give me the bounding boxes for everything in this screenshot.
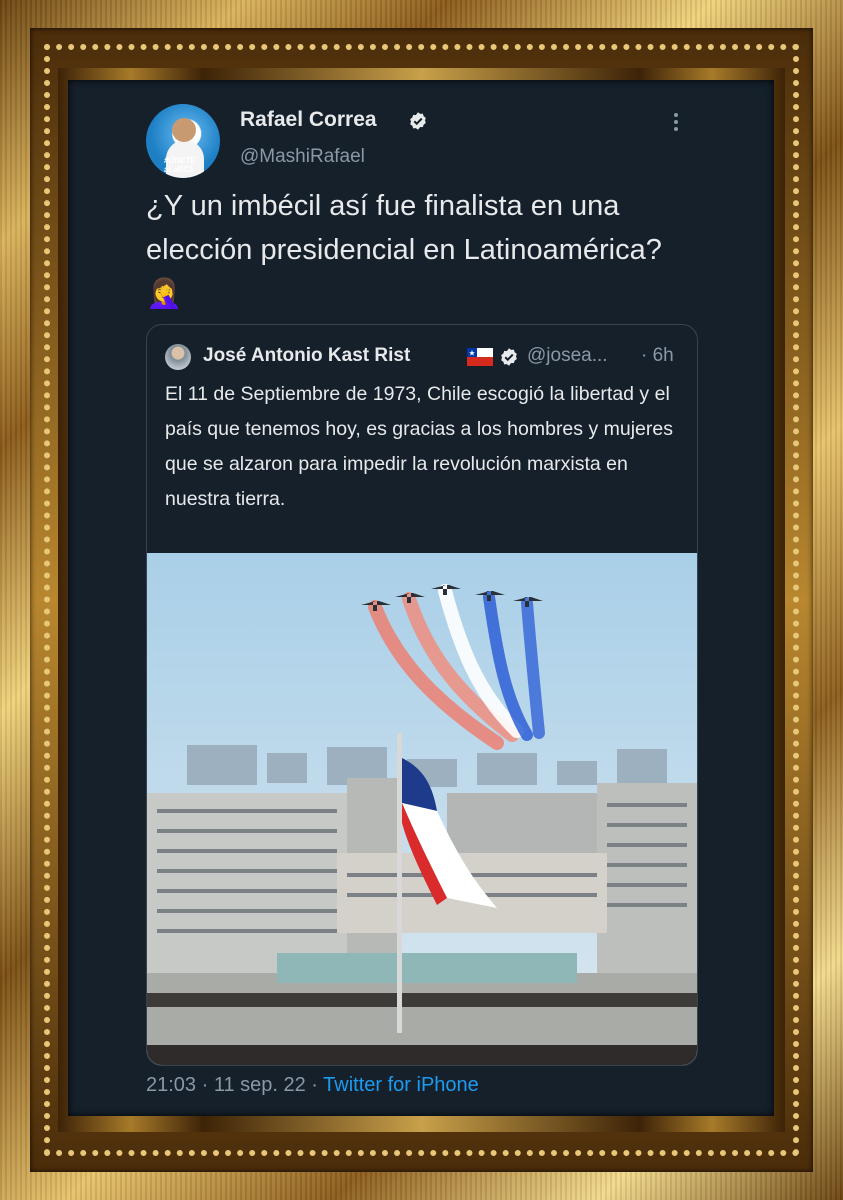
crowd — [147, 1045, 697, 1065]
crowd — [147, 993, 697, 1007]
verified-badge-icon — [501, 348, 517, 366]
tweet-source-link[interactable]: Twitter for iPhone — [323, 1074, 479, 1096]
quoted-tweet-time[interactable]: · 6h — [641, 345, 674, 367]
tweet-card: #ÚNETE aLaRC5 Rafael Correa @MashiRafael… — [68, 80, 774, 1116]
author-name[interactable]: Rafael Correa — [240, 108, 377, 132]
chile-flag-icon — [467, 348, 493, 366]
quoted-tweet[interactable]: José Antonio Kast Rist @josea... · 6h El… — [146, 324, 698, 1066]
author-handle[interactable]: @MashiRafael — [240, 146, 365, 168]
more-options-icon[interactable] — [674, 110, 678, 134]
quoted-author-avatar[interactable] — [165, 344, 191, 370]
verified-badge-icon — [410, 112, 426, 130]
plaza-fountain — [277, 953, 577, 983]
avatar-caption: #ÚNETE aLaRC5 — [164, 156, 196, 174]
quoted-author-name[interactable]: José Antonio Kast Rist — [203, 345, 410, 367]
author-avatar[interactable]: #ÚNETE aLaRC5 — [146, 104, 220, 178]
quoted-author-handle[interactable]: @josea... — [527, 345, 608, 367]
avatar-head-shape — [172, 118, 196, 142]
tweet-metadata: 21:03 · 11 sep. 22 · Twitter for iPhone — [146, 1074, 479, 1097]
flag-pole — [397, 733, 402, 1033]
tweet-text: ¿Y un imbécil así fue finalista en una e… — [146, 190, 662, 310]
quoted-tweet-photo[interactable] — [147, 553, 697, 1065]
quoted-tweet-text: El 11 de Septiembre de 1973, Chile escog… — [165, 383, 673, 510]
tweet-timestamp[interactable]: 21:03 · 11 sep. 22 · — [146, 1074, 323, 1096]
